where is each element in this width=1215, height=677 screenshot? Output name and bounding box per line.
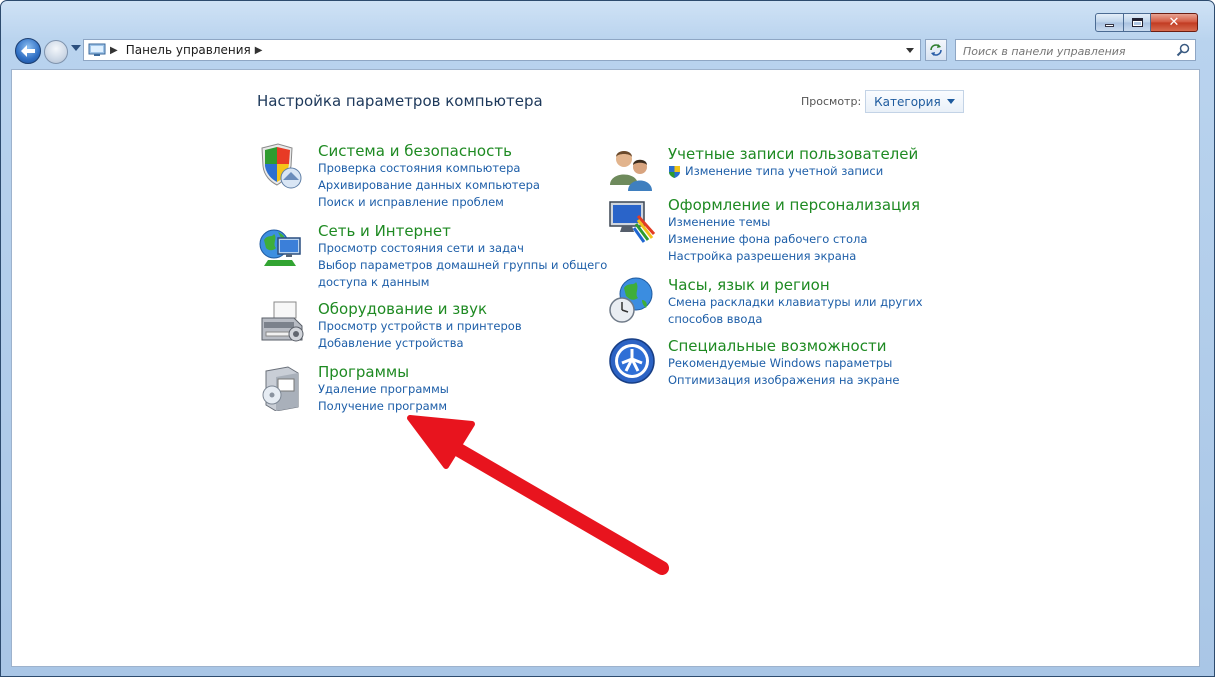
content-area: Настройка параметров компьютера Просмотр… [11, 69, 1200, 667]
category-link[interactable]: Изменение темы [668, 214, 920, 231]
breadcrumb-separator-icon[interactable]: ▶ [255, 45, 263, 56]
category-link[interactable]: Изменение типа учетной записи [668, 163, 918, 180]
shield-icon [261, 143, 302, 189]
category-body: Учетные записи пользователей Изменение т… [668, 145, 918, 180]
navigation-bar: ▶ Панель управления ▶ [13, 37, 1198, 65]
category-title[interactable]: Оформление и персонализация [668, 196, 920, 214]
category-link[interactable]: Рекомендуемые Windows параметры [668, 355, 899, 372]
address-bar[interactable]: ▶ Панель управления ▶ [83, 39, 921, 61]
category-link[interactable]: Получение программ [318, 398, 449, 415]
category-body: Часы, язык и регион Смена раскладки клав… [668, 276, 923, 328]
accessibility-icon [609, 338, 655, 384]
view-by-select[interactable]: Категория [865, 90, 964, 113]
category-title[interactable]: Оборудование и звук [318, 300, 522, 318]
category-title[interactable]: Специальные возможности [668, 337, 899, 355]
category-title[interactable]: Сеть и Интернет [318, 222, 607, 240]
network-globe-icon [259, 229, 301, 266]
category-link[interactable]: Смена раскладки клавиатуры или других [668, 294, 923, 311]
breadcrumb-control-panel[interactable]: Панель управления [126, 43, 251, 57]
category-link[interactable]: Изменение фона рабочего стола [668, 231, 920, 248]
view-by-value: Категория [874, 94, 941, 109]
close-button[interactable]: ✕ [1151, 13, 1198, 32]
display-paint-icon [609, 201, 656, 243]
category-body: Специальные возможности Рекомендуемые Wi… [668, 337, 899, 389]
close-icon: ✕ [1168, 15, 1180, 30]
category-link[interactable]: Проверка состояния компьютера [318, 160, 540, 177]
address-history-dropdown[interactable] [906, 48, 914, 53]
view-by-label: Просмотр: [801, 95, 862, 108]
search-input[interactable] [956, 41, 1166, 62]
category-link[interactable]: Поиск и исправление проблем [318, 194, 540, 211]
category-body: Оборудование и звук Просмотр устройств и… [318, 300, 522, 352]
category-link[interactable]: Удаление программы [318, 381, 449, 398]
category-link[interactable]: Просмотр устройств и принтеров [318, 318, 522, 335]
control-panel-icon [88, 43, 106, 56]
category-body: Программы Удаление программы Получение п… [318, 363, 449, 415]
maximize-button[interactable] [1124, 13, 1151, 32]
recent-pages-dropdown[interactable] [71, 45, 81, 51]
maximize-icon [1131, 18, 1143, 27]
category-link-text: Изменение типа учетной записи [685, 164, 884, 178]
forward-button[interactable] [44, 40, 68, 64]
refresh-button[interactable] [925, 39, 947, 61]
search-icon[interactable] [1176, 43, 1190, 57]
category-body: Система и безопасность Проверка состояни… [318, 142, 540, 211]
back-button[interactable] [15, 38, 41, 64]
printer-icon [261, 301, 304, 342]
category-body: Оформление и персонализация Изменение те… [668, 196, 920, 265]
category-link[interactable]: Выбор параметров домашней группы и общег… [318, 257, 607, 274]
category-link[interactable]: доступа к данным [318, 274, 607, 291]
window-frame: ✕ ▶ Панель управления ▶ Поиск в панели у… [0, 0, 1215, 677]
breadcrumb-separator-icon: ▶ [110, 44, 118, 56]
category-link[interactable]: Оптимизация изображения на экране [668, 372, 899, 389]
category-link[interactable]: Архивирование данных компьютера [318, 177, 540, 194]
category-title[interactable]: Программы [318, 363, 449, 381]
refresh-icon [930, 44, 942, 56]
category-title[interactable]: Система и безопасность [318, 142, 540, 160]
page-title: Настройка параметров компьютера [257, 92, 543, 110]
category-link[interactable]: способов ввода [668, 311, 923, 328]
category-link[interactable]: Настройка разрешения экрана [668, 248, 920, 265]
category-title[interactable]: Учетные записи пользователей [668, 145, 918, 163]
minimize-button[interactable] [1095, 13, 1124, 32]
uac-shield-icon [669, 166, 680, 178]
caption-buttons: ✕ [1095, 13, 1198, 32]
category-title[interactable]: Часы, язык и регион [668, 276, 923, 294]
category-link[interactable]: Добавление устройства [318, 335, 522, 352]
users-icon [610, 151, 652, 191]
chevron-down-icon [946, 99, 955, 104]
clock-globe-icon [609, 277, 653, 323]
category-body: Сеть и Интернет Просмотр состояния сети … [318, 222, 607, 291]
minimize-icon [1105, 24, 1114, 27]
category-link[interactable]: Просмотр состояния сети и задач [318, 240, 607, 257]
back-arrow-icon [21, 45, 35, 57]
programs-box-icon [262, 366, 299, 411]
view-by: Просмотр: Категория [801, 90, 964, 113]
search-box[interactable] [955, 39, 1196, 62]
